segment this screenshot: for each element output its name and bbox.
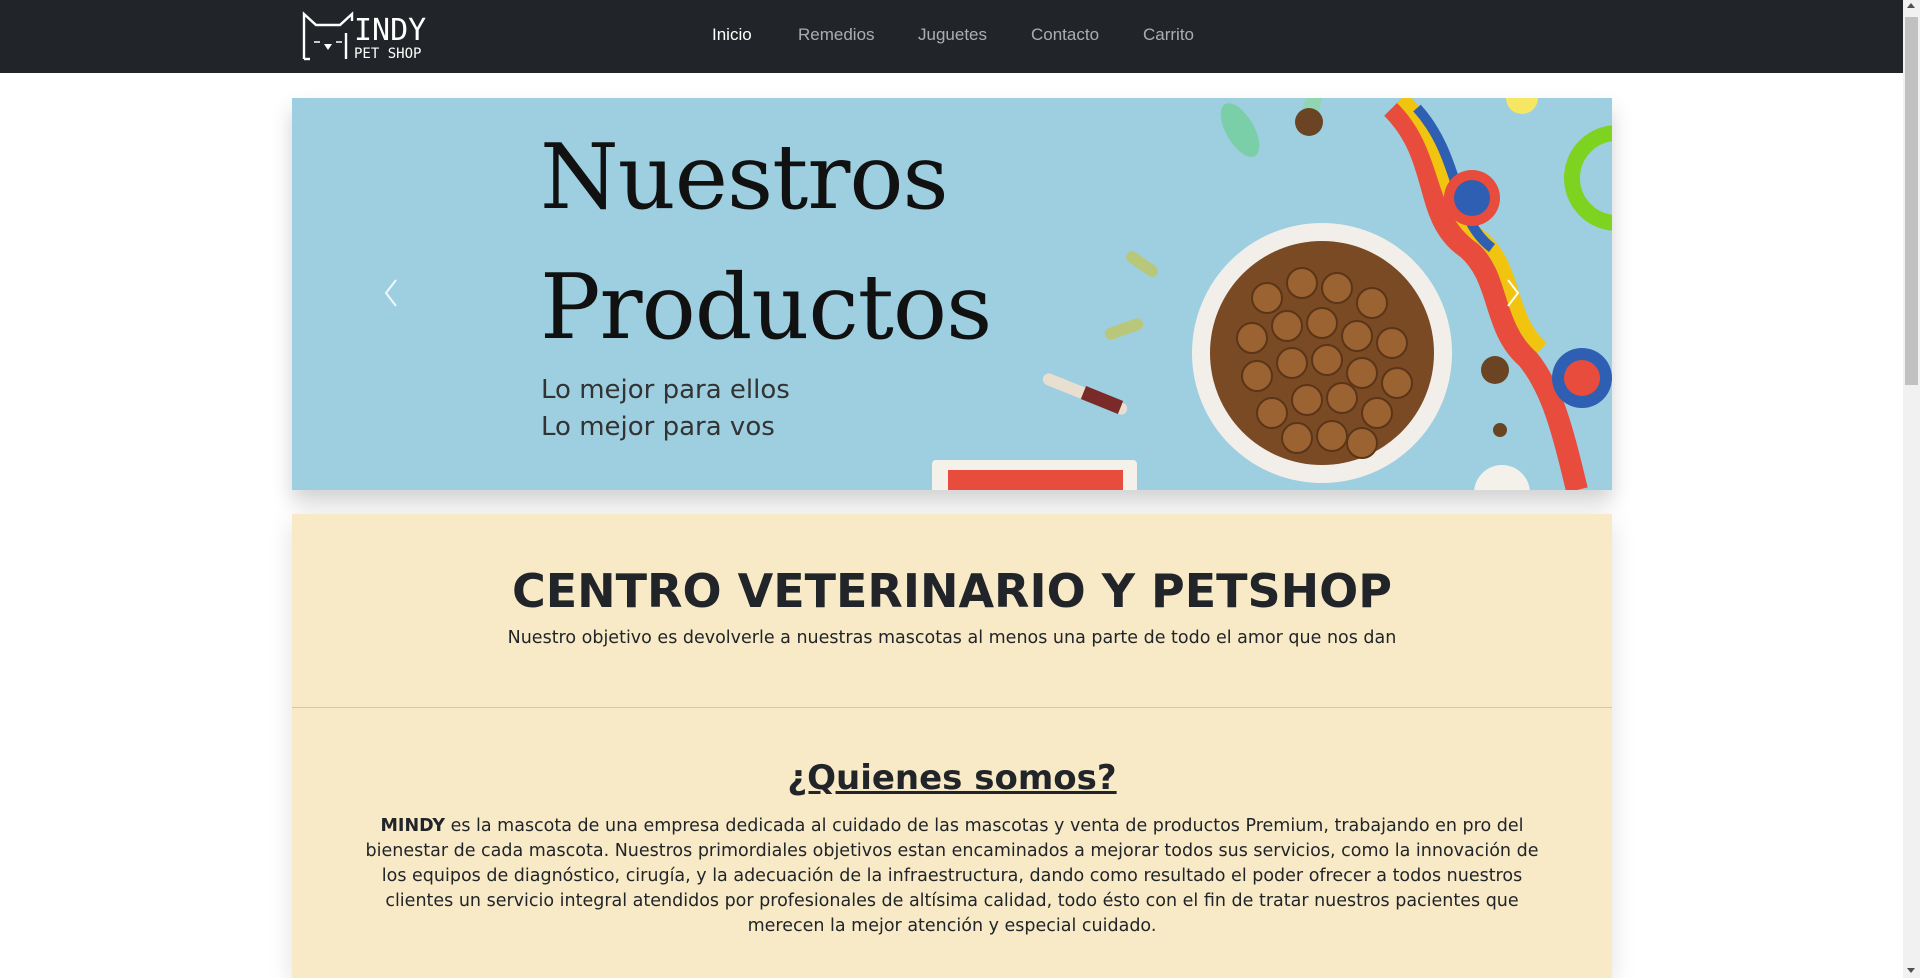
page-subtitle: Nuestro objetivo es devolverle a nuestra… bbox=[507, 628, 1397, 648]
nav-inicio[interactable]: Inicio bbox=[712, 25, 752, 45]
about-heading: ¿Quienes somos? bbox=[787, 758, 1117, 798]
section-divider bbox=[292, 707, 1612, 708]
chevron-left-icon bbox=[384, 279, 397, 307]
scroll-down-arrow-icon[interactable] bbox=[1907, 968, 1915, 973]
carousel-prev-button[interactable] bbox=[372, 268, 412, 318]
slide-subtitle-line1: Lo mejor para ellos bbox=[541, 375, 790, 405]
main-content: CENTRO VETERINARIO Y PETSHOP Nuestro obj… bbox=[292, 514, 1612, 978]
brand-name: INDY bbox=[354, 13, 427, 48]
slide-title-line1: Nuestros bbox=[540, 125, 949, 230]
about-paragraph: MINDY es la mascota de una empresa dedic… bbox=[352, 814, 1552, 939]
page-title: CENTRO VETERINARIO Y PETSHOP bbox=[512, 564, 1392, 618]
cat-logo-icon bbox=[302, 11, 354, 61]
brand-subtitle: PET SHOP bbox=[354, 46, 422, 62]
nav-remedios[interactable]: Remedios bbox=[798, 25, 875, 45]
carousel-next-button[interactable] bbox=[1492, 268, 1532, 318]
slide-title-line2: Productos bbox=[540, 255, 992, 360]
scroll-up-arrow-icon[interactable] bbox=[1907, 3, 1915, 8]
slide-subtitle-line2: Lo mejor para vos bbox=[541, 412, 775, 442]
about-brand: MINDY bbox=[380, 816, 446, 836]
navbar: INDY PET SHOP Inicio Remedios Juguetes C… bbox=[0, 0, 1903, 73]
nav-carrito[interactable]: Carrito bbox=[1143, 25, 1194, 45]
product-carousel: Nuestros Productos Lo mejor para ellos L… bbox=[292, 98, 1612, 490]
chevron-right-icon bbox=[1507, 279, 1520, 307]
page-scrollbar[interactable] bbox=[1903, 0, 1920, 978]
nav-contacto[interactable]: Contacto bbox=[1031, 25, 1099, 45]
scroll-thumb[interactable] bbox=[1905, 17, 1918, 385]
about-body: es la mascota de una empresa dedicada al… bbox=[365, 816, 1539, 936]
brand-logo[interactable]: INDY PET SHOP bbox=[302, 11, 432, 63]
nav-juguetes[interactable]: Juguetes bbox=[918, 25, 987, 45]
